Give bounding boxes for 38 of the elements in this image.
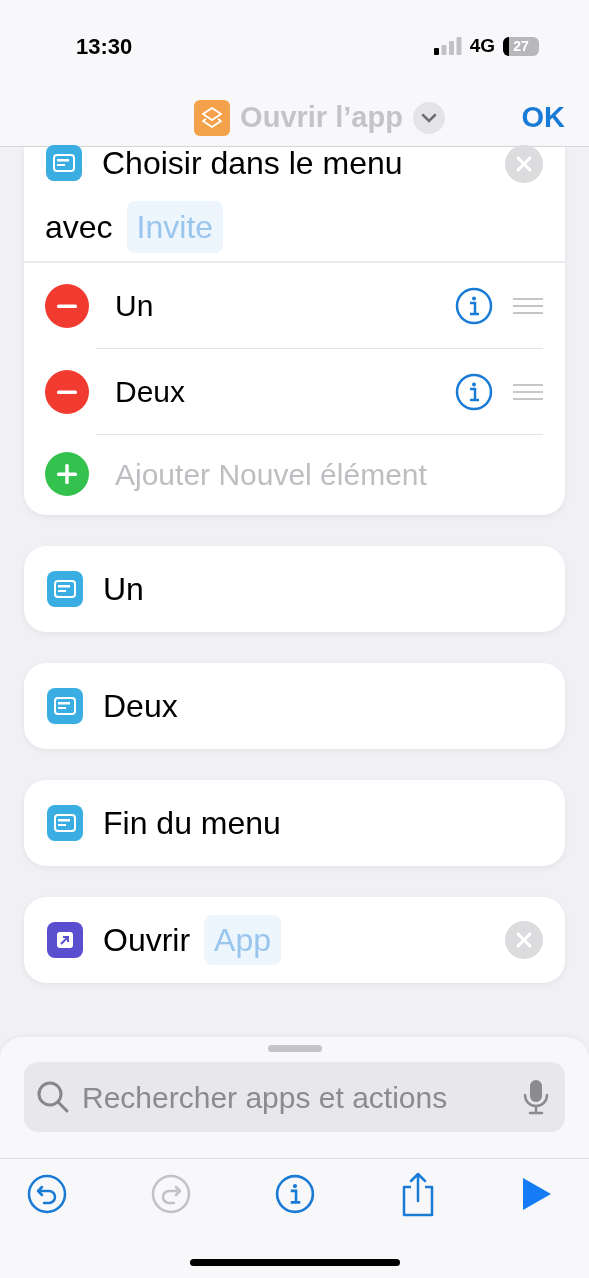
action-card[interactable]: Un [24, 546, 565, 632]
drag-handle-icon[interactable] [513, 383, 543, 400]
search-bar[interactable]: Rechercher apps et actions [24, 1062, 565, 1132]
menu-icon [47, 571, 83, 607]
microphone-icon[interactable] [523, 1079, 549, 1115]
status-time: 13:30 [76, 32, 133, 61]
open-app-icon [47, 922, 83, 958]
play-button[interactable] [521, 1175, 553, 1212]
battery-indicator: 27 [503, 36, 539, 56]
menu-icon [47, 805, 83, 841]
remove-item-icon[interactable] [45, 284, 89, 328]
info-button[interactable] [275, 1173, 315, 1214]
action-label: Ouvrir [103, 921, 191, 960]
menu-item-label[interactable]: Un [115, 283, 455, 328]
done-button[interactable]: OK [521, 96, 565, 140]
signal-icon [433, 37, 462, 55]
add-item-icon[interactable] [45, 452, 89, 496]
remove-item-icon[interactable] [45, 370, 89, 414]
info-icon[interactable] [455, 372, 493, 411]
action-label: Fin du menu [103, 804, 281, 843]
network-label: 4G [469, 33, 495, 58]
undo-button[interactable] [27, 1173, 67, 1214]
action-prefix: avec [45, 208, 113, 247]
action-card[interactable]: Deux [24, 663, 565, 749]
close-icon [515, 155, 533, 173]
drag-handle-icon[interactable] [513, 297, 543, 314]
search-field[interactable]: Rechercher apps et actions [82, 1074, 523, 1120]
action-label: Un [103, 570, 144, 609]
action-label: Deux [103, 687, 178, 726]
search-icon [36, 1080, 70, 1114]
menu-item-label[interactable]: Deux [115, 369, 455, 414]
stack-icon [194, 100, 231, 136]
action-card[interactable]: Fin du menu [24, 780, 565, 866]
chevron-down-icon[interactable] [412, 102, 445, 134]
menu-icon [47, 688, 83, 724]
info-icon[interactable] [455, 286, 493, 325]
close-icon [515, 931, 533, 949]
action-title: Choisir dans le menu [102, 145, 404, 181]
